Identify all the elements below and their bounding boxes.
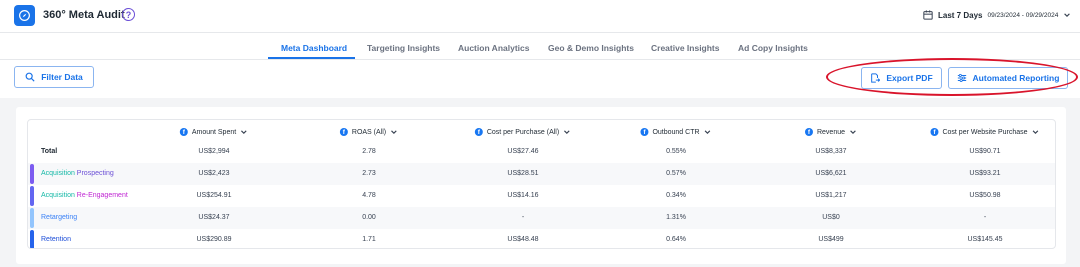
table-cell: 0.55% [666, 148, 686, 155]
table-cell: US$14.16 [507, 192, 539, 199]
row-color-indicator [30, 186, 34, 206]
row-label-part: Re-Engagement [74, 192, 128, 199]
chevron-down-icon [1032, 130, 1039, 134]
table-cell: US$0 [822, 214, 840, 221]
table-cell: - [521, 214, 525, 221]
table-cell: 0.00 [362, 214, 376, 221]
table-cell: US$2,423 [198, 170, 230, 177]
active-tab-indicator [268, 57, 355, 59]
row-label-part: Acquisition [41, 170, 75, 177]
table-cell: US$28.51 [507, 170, 539, 177]
table-cell: US$254.91 [196, 192, 232, 199]
row-color-indicator [30, 230, 34, 248]
column-header[interactable]: f Outbound CTR [640, 126, 711, 138]
tab-targeting-insights[interactable]: Targeting Insights [367, 43, 440, 53]
nav-tabs: Meta Dashboard Targeting Insights Auctio… [0, 34, 1080, 60]
help-icon[interactable]: ? [122, 8, 135, 21]
table-row[interactable]: Total US$2,994 2.78 US$27.46 0.55% US$8,337 US… [28, 141, 1055, 163]
date-range-text: 09/23/2024 - 09/29/2024 [987, 11, 1059, 19]
column-header[interactable]: f Cost per Purchase (All) [474, 126, 571, 138]
date-preset-label: Last 7 Days [938, 10, 983, 20]
facebook-icon: f [179, 128, 188, 136]
chevron-down-icon [850, 130, 856, 134]
table-cell: US$48.48 [507, 236, 539, 243]
table-cell: 1.71 [362, 236, 376, 243]
column-header-label: ROAS (All) [351, 128, 387, 136]
facebook-icon: f [930, 128, 939, 136]
table-cell: US$93.21 [969, 170, 1001, 177]
tab-meta-dashboard[interactable]: Meta Dashboard [281, 43, 347, 53]
chevron-down-icon [1064, 13, 1071, 17]
column-header[interactable]: f Cost per Website Purchase [930, 126, 1039, 138]
table-cell: US$1,217 [815, 192, 847, 199]
table-cell: 0.57% [666, 170, 686, 177]
table-cell: US$24.37 [198, 214, 230, 221]
table-cell: 0.64% [666, 236, 686, 243]
column-header[interactable]: f Amount Spent [179, 126, 248, 138]
table-cell: US$90.71 [969, 148, 1001, 155]
row-label: Retention [41, 236, 71, 243]
table-cell: US$145.45 [967, 236, 1003, 243]
metrics-table: f Amount Spent f ROAS (All) f Cost per P… [27, 119, 1056, 249]
row-label-part: Retargeting [41, 214, 78, 221]
column-header[interactable]: f ROAS (All) [339, 126, 398, 138]
row-label-part: Retention [41, 236, 71, 243]
column-header-label: Revenue [816, 128, 846, 136]
table-cell: - [983, 214, 987, 221]
table-row[interactable]: Acquisition Re-Engagement US$254.91 4.78 US… [28, 185, 1055, 207]
table-row[interactable]: Retention US$290.89 1.71 US$48.48 0.64% US$49… [28, 229, 1055, 248]
search-icon [25, 72, 35, 82]
tab-ad-copy-insights[interactable]: Ad Copy Insights [738, 43, 808, 53]
column-header-label: Outbound CTR [652, 128, 700, 136]
facebook-icon: f [339, 128, 348, 136]
table-cell: US$290.89 [196, 236, 232, 243]
app-title: 360° Meta Audit [43, 9, 125, 21]
table-cell: 0.34% [666, 192, 686, 199]
column-header-label: Cost per Website Purchase [942, 128, 1028, 136]
table-cell: US$499 [818, 236, 844, 243]
table-cell: 2.78 [362, 148, 376, 155]
row-label: Retargeting [41, 214, 77, 221]
table-row[interactable]: Acquisition Prospecting US$2,423 2.73 US$28… [28, 163, 1055, 185]
row-label: Acquisition Prospecting [41, 170, 114, 177]
table-cell: 1.31% [666, 214, 686, 221]
tab-auction-analytics[interactable]: Auction Analytics [458, 43, 529, 53]
row-label: Total [41, 148, 57, 155]
row-label-part: Total [41, 148, 58, 155]
tab-creative-insights[interactable]: Creative Insights [651, 43, 720, 53]
date-range-picker[interactable]: Last 7 Days 09/23/2024 - 09/29/2024 [923, 8, 1071, 22]
chevron-down-icon [564, 130, 570, 134]
table-cell: US$6,621 [815, 170, 847, 177]
table-cell: 4.78 [362, 192, 376, 199]
facebook-icon: f [804, 128, 813, 136]
row-label: Acquisition Re-Engagement [41, 192, 128, 199]
tab-geo-demo-insights[interactable]: Geo & Demo Insights [548, 43, 634, 53]
row-color-indicator [30, 164, 34, 184]
chevron-down-icon [704, 130, 711, 134]
app-header: 360° Meta Audit ? Last 7 Days 09/23/2024… [0, 0, 1080, 33]
facebook-icon: f [474, 128, 483, 136]
table-cell: US$2,994 [198, 148, 230, 155]
filter-data-button[interactable]: Filter Data [14, 66, 94, 88]
column-header-label: Cost per Purchase (All) [486, 128, 560, 136]
chevron-down-icon [241, 130, 247, 134]
table-cell: US$27.46 [507, 148, 539, 155]
table-cell: 2.73 [362, 170, 376, 177]
calendar-icon [923, 10, 933, 20]
table-cell: US$50.98 [969, 192, 1001, 199]
chevron-down-icon [391, 130, 397, 134]
row-color-indicator [30, 208, 34, 228]
table-cell: US$8,337 [815, 148, 847, 155]
column-header-label: Amount Spent [191, 128, 237, 136]
row-label-part: Prospecting [74, 170, 114, 177]
table-row[interactable]: Retargeting US$24.37 0.00 - 1.31% US$0 - [28, 207, 1055, 229]
row-label-part: Acquisition [41, 192, 75, 199]
filter-data-label: Filter Data [41, 72, 83, 82]
column-header[interactable]: f Revenue [804, 126, 857, 138]
facebook-icon: f [640, 128, 649, 136]
red-highlight-annotation [826, 58, 1078, 96]
compass-logo-icon[interactable] [14, 5, 35, 26]
